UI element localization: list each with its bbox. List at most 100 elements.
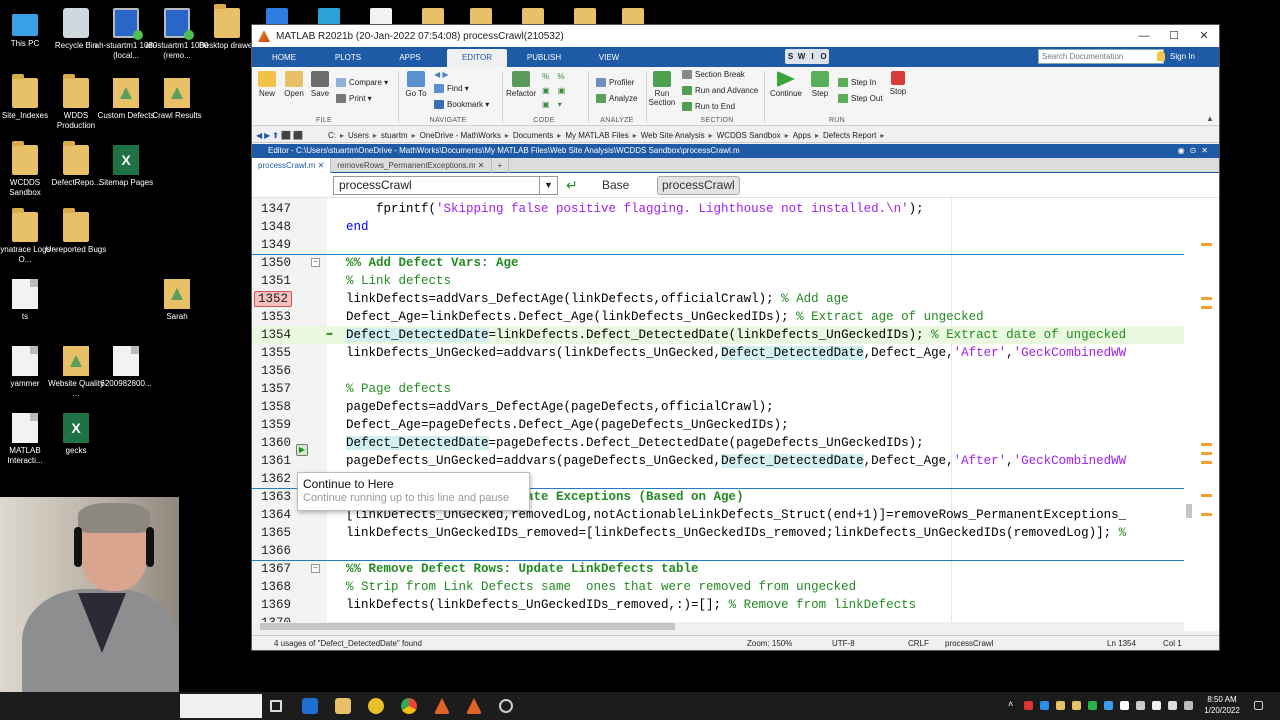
tab-editor[interactable]: EDITOR	[447, 49, 507, 67]
usage-marker[interactable]	[1201, 513, 1212, 516]
code-tools-row-3[interactable]: ▣ ▾	[542, 99, 565, 110]
usage-marker[interactable]	[1201, 443, 1212, 446]
collapse-ribbon-button[interactable]: ▲	[1206, 113, 1214, 124]
new-button[interactable]: New	[258, 71, 276, 98]
code-line[interactable]: 1347 fprintf('Skipping false positive fl…	[252, 200, 1184, 218]
qat-i[interactable]: I	[807, 49, 818, 64]
tab-plots[interactable]: PLOTS	[324, 49, 372, 67]
code-line[interactable]: 1348 end	[252, 218, 1184, 236]
bookmark-button[interactable]: Bookmark ▾	[434, 99, 489, 110]
desktop-icon-sitemap-pages[interactable]: X Sitemap Pages	[94, 145, 158, 188]
find-button[interactable]: Find ▾	[434, 83, 469, 94]
code-line[interactable]: 1369 linkDefects(linkDefects_UnGeckedIDs_…	[252, 596, 1184, 614]
usage-marker[interactable]	[1201, 494, 1212, 497]
desktop-icon-crawl-results[interactable]: Crawl Results	[145, 78, 209, 121]
address-nav-icons[interactable]: ◀▶⬆⬛⬛	[252, 131, 328, 140]
run-and-advance-button[interactable]: Run and Advance	[682, 85, 758, 96]
breadcrumb[interactable]: stuartm	[381, 131, 408, 140]
run-to-end-button[interactable]: Run to End	[682, 101, 735, 112]
sign-in-link[interactable]: Sign In	[1170, 49, 1195, 64]
tray-overflow-icon[interactable]: ˄	[1008, 700, 1017, 709]
file-tab-removerows[interactable]: removeRows_PermanentExceptions.m ✕	[331, 158, 492, 173]
go-to-button[interactable]: Go To	[404, 71, 428, 98]
breadcrumb[interactable]: Defects Report	[823, 131, 876, 140]
code-line[interactable]: 1358 pageDefects=addVars_DefectAge(pageDe…	[252, 398, 1184, 416]
breadcrumb[interactable]: Web Site Analysis	[641, 131, 705, 140]
refactor-button[interactable]: Refactor	[506, 71, 536, 98]
tray-icon[interactable]	[1104, 701, 1113, 710]
stop-button[interactable]: Stop	[886, 71, 910, 96]
usage-marker[interactable]	[1201, 243, 1212, 246]
minimize-button[interactable]: —	[1129, 25, 1159, 47]
code-editor[interactable]: 1347 fprintf('Skipping false positive fl…	[252, 198, 1219, 631]
breadcrumb[interactable]: WCDDS Sandbox	[717, 131, 781, 140]
breadcrumb[interactable]: C:	[328, 131, 336, 140]
step-in-button[interactable]: Step In	[838, 77, 876, 88]
desktop-icon-gecks[interactable]: Xgecks	[44, 413, 108, 456]
print-button[interactable]: Print ▾	[336, 93, 372, 104]
qat-o[interactable]: O	[818, 49, 829, 64]
step-out-button[interactable]: Step Out	[838, 93, 883, 104]
section-break-button[interactable]: Section Break	[682, 69, 745, 80]
close-button[interactable]: ✕	[1189, 25, 1219, 47]
step-button[interactable]: Step	[808, 71, 832, 98]
code-line[interactable]: 1352 linkDefects=addVars_DefectAge(linkDe…	[252, 290, 1184, 308]
editor-window-controls[interactable]: ◉⊙✕	[1178, 144, 1213, 158]
clock-app-icon[interactable]	[499, 699, 513, 713]
run-section-button[interactable]: Run Section	[648, 71, 676, 107]
matlab-icon[interactable]	[434, 698, 450, 714]
new-tab-button[interactable]: +	[492, 158, 510, 173]
back-forward-buttons[interactable]: ◀ ▶	[434, 69, 449, 80]
breadcrumb[interactable]: OneDrive - MathWorks	[420, 131, 501, 140]
function-selector[interactable]: processCrawl ▼	[333, 176, 558, 195]
usage-marker[interactable]	[1201, 461, 1212, 464]
tab-view[interactable]: VIEW	[585, 49, 633, 67]
continue-to-here-icon[interactable]: ▶	[296, 444, 308, 456]
maximize-button[interactable]: ☐	[1159, 25, 1189, 47]
file-explorer-icon[interactable]	[335, 698, 351, 714]
breadcrumb[interactable]: Apps	[793, 131, 811, 140]
usage-marker[interactable]	[1201, 306, 1212, 309]
code-line[interactable]: 1349	[252, 236, 1184, 254]
qat-w[interactable]: W	[796, 49, 807, 64]
taskbar-search[interactable]	[180, 694, 262, 718]
usage-marker[interactable]	[1201, 452, 1212, 455]
desktop-icon-sarah[interactable]: Sarah	[145, 279, 209, 322]
taskbar-clock[interactable]: 8:50 AM 1/20/2022	[1200, 694, 1244, 716]
network-icon[interactable]	[1152, 701, 1161, 710]
vertical-scrollbar[interactable]	[1184, 198, 1219, 631]
horizontal-scrollbar[interactable]	[252, 622, 1184, 631]
file-tab-processcrawl[interactable]: processCrawl.m ✕	[252, 158, 332, 173]
code-line[interactable]: 1368 % Strip from Link Defects same ones …	[252, 578, 1184, 596]
tray-icon[interactable]	[1088, 701, 1097, 710]
processcrawl-workspace-button[interactable]: processCrawl	[657, 176, 740, 195]
code-line[interactable]: 1361 pageDefects_UnGecked=addvars(pageDef…	[252, 452, 1184, 470]
qat-s[interactable]: S	[785, 49, 796, 64]
code-line[interactable]: 1357 % Page defects	[252, 380, 1184, 398]
breadcrumb[interactable]: Users	[348, 131, 369, 140]
code-line[interactable]: 1353 Defect_Age=linkDefects.Defect_Age(li…	[252, 308, 1184, 326]
save-button[interactable]: Save	[310, 71, 330, 98]
go-to-function-icon[interactable]: ↵	[566, 177, 578, 194]
current-code-line[interactable]: 1354 ➡ Defect_DetectedDate=linkDefects.Def…	[252, 326, 1184, 344]
breadcrumb[interactable]: My MATLAB Files	[565, 131, 628, 140]
code-line[interactable]: 1360 Defect_DetectedDate=pageDefects.Defe…	[252, 434, 1184, 452]
fold-button[interactable]: −	[311, 258, 320, 267]
code-tools-row-1[interactable]: % %	[542, 71, 567, 82]
chevron-down-icon[interactable]: ▼	[539, 177, 557, 194]
notification-bell-icon[interactable]	[1157, 51, 1165, 61]
profiler-button[interactable]: Profiler	[596, 77, 634, 88]
fold-button[interactable]: −	[311, 564, 320, 573]
continue-to-here-tooltip[interactable]: Continue to Here Continue running up to …	[297, 472, 530, 511]
line-endings[interactable]: CRLF	[908, 636, 929, 651]
encoding[interactable]: UTF-8	[832, 636, 855, 651]
desktop-icon-unreported-bugs[interactable]: Unreported Bugs	[44, 208, 108, 255]
title-bar[interactable]: MATLAB R2021b (20-Jan-2022 07:54:08) pro…	[252, 25, 1219, 47]
tab-home[interactable]: HOME	[260, 49, 308, 67]
notification-icon[interactable]	[1254, 701, 1263, 710]
app-icon[interactable]	[368, 698, 384, 714]
outlook-icon[interactable]	[302, 698, 318, 714]
code-line[interactable]: 1356	[252, 362, 1184, 380]
open-button[interactable]: Open	[282, 71, 306, 98]
editor-title-bar[interactable]: Editor - C:\Users\stuartm\OneDrive - Mat…	[252, 144, 1219, 158]
